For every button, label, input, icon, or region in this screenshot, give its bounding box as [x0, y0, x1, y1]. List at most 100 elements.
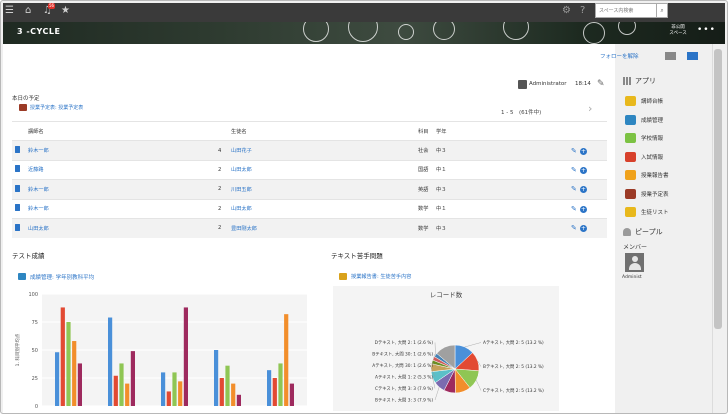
- bar[interactable]: [278, 363, 283, 406]
- post-time: 18:14: [575, 81, 591, 87]
- people-icon: [623, 228, 631, 236]
- bar[interactable]: [178, 381, 183, 406]
- bar[interactable]: [125, 383, 130, 406]
- teacher-name[interactable]: 山田太郎: [28, 217, 218, 238]
- bar[interactable]: [231, 383, 236, 406]
- bar[interactable]: [72, 341, 77, 406]
- report-app-link[interactable]: 授業報告書: 生徒苦手内容: [351, 273, 411, 280]
- bar[interactable]: [236, 394, 241, 406]
- edit-icon[interactable]: ✎: [571, 185, 577, 193]
- teacher-name[interactable]: 近藤路: [28, 159, 218, 180]
- post-author[interactable]: Administrator: [529, 81, 567, 87]
- space-search-input[interactable]: [595, 3, 657, 18]
- sidebar-app-item[interactable]: 授業予定表: [625, 188, 711, 200]
- sidebar-app-label: 学校情報: [641, 136, 664, 142]
- edit-icon[interactable]: ✎: [571, 147, 577, 155]
- table-row[interactable]: 山田太郎 2 豊田剛太郎 数学 中３ ✎ +: [12, 217, 607, 238]
- sidebar-app-item[interactable]: 入試情報: [625, 151, 711, 163]
- sidebar-app-item[interactable]: 授業報告書: [625, 169, 711, 181]
- gear-icon[interactable]: ⚙: [562, 4, 571, 17]
- table-row[interactable]: 鈴木一郎 2 山田太郎 数学 中１ ✎ +: [12, 198, 607, 219]
- table-row[interactable]: 鈴木一郎 4 山田花子 社会 中３ ✎ +: [12, 140, 607, 161]
- subject-average-bar-chart: 0 25 50 75 100 1. 科目別平均点: [14, 292, 307, 410]
- scrollbar-thumb[interactable]: [714, 49, 722, 329]
- bar[interactable]: [272, 378, 277, 406]
- grade-value: 中３: [436, 179, 571, 200]
- add-icon[interactable]: +: [579, 166, 587, 174]
- next-page-icon[interactable]: ›: [588, 102, 592, 115]
- column-header[interactable]: [218, 120, 231, 141]
- bar[interactable]: [66, 322, 71, 406]
- sidebar-app-item[interactable]: 生徒リスト: [625, 206, 711, 218]
- bar[interactable]: [161, 372, 166, 406]
- table-row[interactable]: 鈴木一郎 2 川田五郎 英語 中３ ✎ +: [12, 179, 607, 200]
- bulb-decoration-icon: [348, 22, 378, 42]
- student-name[interactable]: 豊田剛太郎: [231, 217, 418, 238]
- bar[interactable]: [119, 363, 124, 406]
- bar[interactable]: [289, 383, 294, 406]
- bar[interactable]: [267, 370, 272, 406]
- table-row[interactable]: 近藤路 2 山田太郎 国語 中１ ✎ +: [12, 159, 607, 180]
- document-icon[interactable]: [15, 223, 20, 231]
- member-name[interactable]: Administ: [622, 275, 642, 280]
- column-header[interactable]: 科目: [418, 120, 436, 141]
- document-icon[interactable]: [15, 165, 20, 173]
- bar[interactable]: [225, 365, 230, 406]
- bulb-decoration-icon: [303, 22, 329, 42]
- bar[interactable]: [166, 391, 171, 406]
- column-header[interactable]: 講師名: [28, 120, 218, 141]
- pagination-info: 1 - 5 (61件中): [501, 110, 542, 116]
- bar[interactable]: [172, 372, 177, 406]
- teacher-name[interactable]: 鈴木一郎: [28, 179, 218, 200]
- bar[interactable]: [108, 317, 113, 406]
- grade-value: 中１: [436, 198, 571, 219]
- document-icon[interactable]: [15, 184, 20, 192]
- edit-icon[interactable]: ✎: [571, 166, 577, 174]
- column-header[interactable]: 生徒名: [231, 120, 418, 141]
- members-label: メンバー: [623, 244, 648, 251]
- student-name[interactable]: 山田太郎: [231, 198, 418, 219]
- layout-single-icon[interactable]: [665, 52, 676, 60]
- bar[interactable]: [130, 351, 135, 406]
- column-header[interactable]: 学年: [436, 120, 571, 141]
- document-icon[interactable]: [15, 146, 20, 154]
- add-icon[interactable]: +: [579, 225, 587, 233]
- help-icon[interactable]: ?: [580, 4, 585, 17]
- schedule-table: 講師名 生徒名 科目 学年 鈴木一郎 4 山田花子 社会 中３ ✎ + 近藤路 2 山田太郎 国語中…: [12, 120, 607, 238]
- search-icon[interactable]: ⌕: [657, 3, 668, 18]
- unfollow-link[interactable]: フォローを解除: [600, 52, 639, 60]
- layout-sidebar-icon[interactable]: [687, 52, 698, 60]
- add-icon[interactable]: +: [579, 205, 587, 213]
- bar[interactable]: [214, 350, 219, 406]
- apps-section-title: アプリ: [635, 77, 656, 85]
- bar[interactable]: [183, 307, 188, 406]
- student-name[interactable]: 川田五郎: [231, 179, 418, 200]
- hamburger-menu-icon[interactable]: ☰: [5, 4, 14, 17]
- student-name[interactable]: 山田花子: [231, 140, 418, 161]
- bar[interactable]: [284, 314, 289, 406]
- sidebar-app-item[interactable]: 講師台帳: [625, 95, 711, 107]
- add-icon[interactable]: +: [579, 147, 587, 155]
- sidebar-app-item[interactable]: 成績管理: [625, 114, 711, 126]
- edit-icon[interactable]: ✎: [571, 224, 577, 232]
- bar[interactable]: [113, 375, 118, 406]
- grades-app-link[interactable]: 成績管理: 学年別教科平均: [30, 273, 94, 281]
- schedule-app-link[interactable]: 授業予定表: 授業予定表: [30, 104, 83, 111]
- chart-title: レコード数: [430, 290, 463, 299]
- edit-icon[interactable]: ✎: [571, 205, 577, 213]
- bar[interactable]: [60, 307, 65, 406]
- grade-value: 中３: [436, 140, 571, 161]
- teacher-name[interactable]: 鈴木一郎: [28, 198, 218, 219]
- edit-icon[interactable]: ✎: [597, 79, 605, 89]
- star-icon[interactable]: ★: [61, 4, 70, 17]
- more-options-icon[interactable]: •••: [697, 25, 716, 35]
- add-icon[interactable]: +: [579, 186, 587, 194]
- bar[interactable]: [219, 378, 224, 406]
- teacher-name[interactable]: 鈴木一郎: [28, 140, 218, 161]
- bar[interactable]: [55, 352, 60, 406]
- bar[interactable]: [77, 363, 82, 406]
- sidebar-app-item[interactable]: 学校情報: [625, 132, 711, 144]
- home-icon[interactable]: ⌂: [25, 4, 31, 17]
- document-icon[interactable]: [15, 204, 20, 212]
- student-name[interactable]: 山田太郎: [231, 159, 418, 180]
